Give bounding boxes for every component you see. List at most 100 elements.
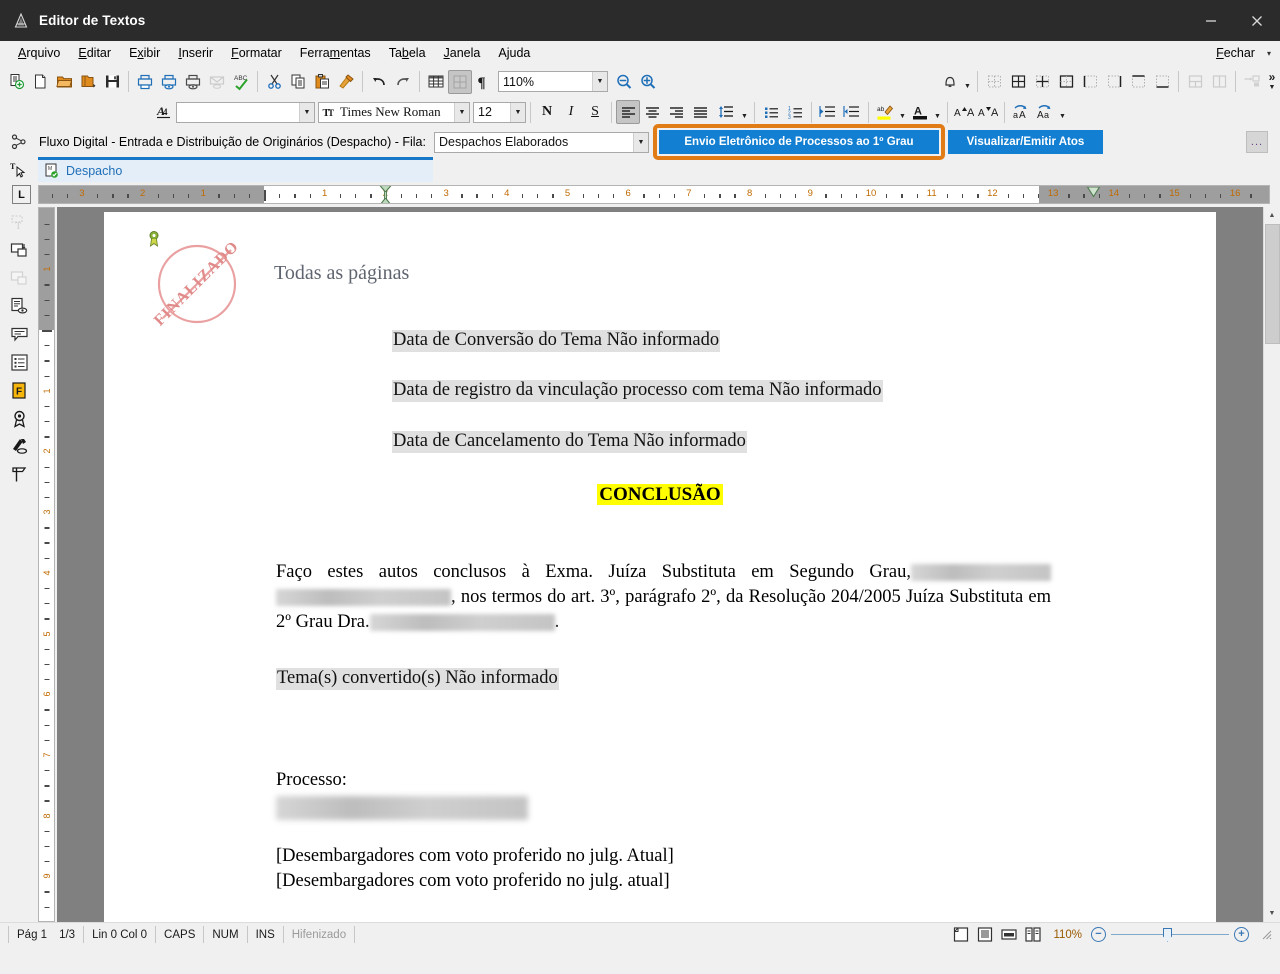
- tab-stop-selector[interactable]: L: [12, 185, 31, 204]
- queue-combo[interactable]: Despachos Elaborados ▼: [434, 132, 649, 153]
- status-hyphen[interactable]: Hifenizado: [284, 926, 355, 943]
- status-num[interactable]: NUM: [204, 926, 247, 943]
- align-justify-icon[interactable]: [688, 100, 712, 124]
- align-right-icon[interactable]: [664, 100, 688, 124]
- zoom-out-icon[interactable]: [612, 70, 636, 94]
- align-left-icon[interactable]: [616, 100, 640, 124]
- borders-box-icon[interactable]: [1054, 70, 1078, 94]
- new-from-template-icon[interactable]: [4, 70, 28, 94]
- spellcheck-icon[interactable]: ABC: [229, 70, 253, 94]
- resize-grip[interactable]: [1260, 928, 1274, 942]
- chevron-down-icon[interactable]: ▼: [897, 100, 908, 124]
- minimize-button[interactable]: [1188, 0, 1234, 41]
- menu-arquivo[interactable]: Arquivo: [9, 43, 69, 63]
- document-canvas[interactable]: FINALIZADO Todas as páginas Data de Conv…: [57, 207, 1263, 922]
- pilcrow-icon[interactable]: ¶: [472, 70, 492, 94]
- border-top-icon[interactable]: [1126, 70, 1150, 94]
- italic-button[interactable]: I: [559, 100, 583, 124]
- toolbar-overflow[interactable]: » ▼: [1264, 72, 1280, 92]
- zoom-slider-track[interactable]: [1111, 934, 1229, 936]
- font-name-combo[interactable]: T T Times New Roman ▼: [318, 102, 470, 123]
- chevron-down-icon[interactable]: ▼: [592, 72, 607, 91]
- chevron-down-icon[interactable]: ▾: [1264, 49, 1276, 58]
- increase-indent-icon[interactable]: [840, 100, 864, 124]
- underline-button[interactable]: S: [583, 100, 607, 124]
- close-button[interactable]: [1234, 0, 1280, 41]
- menu-janela[interactable]: Janela: [435, 43, 490, 63]
- copy-icon[interactable]: [286, 70, 310, 94]
- menu-fechar[interactable]: Fechar: [1207, 43, 1264, 63]
- rotate-text-ccw-icon[interactable]: A a: [1033, 100, 1057, 124]
- document-page[interactable]: FINALIZADO Todas as páginas Data de Conv…: [104, 212, 1216, 922]
- chevron-down-icon[interactable]: ▼: [1057, 100, 1068, 124]
- table-grid-icon[interactable]: [424, 70, 448, 94]
- borders-none-icon[interactable]: [982, 70, 1006, 94]
- status-caps[interactable]: CAPS: [156, 926, 204, 943]
- menu-formatar[interactable]: Formatar: [222, 43, 291, 63]
- scroll-track[interactable]: [1264, 224, 1280, 905]
- zoom-in-button[interactable]: +: [1234, 927, 1249, 942]
- chevron-down-icon[interactable]: ▼: [1269, 83, 1276, 92]
- seal-icon[interactable]: [6, 405, 32, 431]
- web-view-icon[interactable]: [999, 926, 1018, 943]
- font-color-icon[interactable]: A: [908, 100, 932, 124]
- text-select-icon[interactable]: T: [0, 157, 38, 182]
- paragraph-style-combo[interactable]: ▼: [176, 102, 315, 123]
- chevron-down-icon[interactable]: ▼: [510, 103, 525, 122]
- chevron-down-icon[interactable]: ▼: [633, 133, 648, 152]
- finalize-flag-icon[interactable]: F: [6, 377, 32, 403]
- border-bottom-icon[interactable]: [1150, 70, 1174, 94]
- menu-editar[interactable]: Editar: [69, 43, 120, 63]
- print-icon[interactable]: [133, 70, 157, 94]
- numbered-list-icon[interactable]: 123: [783, 100, 807, 124]
- format-painter-icon[interactable]: [334, 70, 358, 94]
- zoom-combo[interactable]: 110% ▼: [498, 71, 608, 92]
- line-spacing-icon[interactable]: [715, 100, 739, 124]
- comment-icon[interactable]: [6, 321, 32, 347]
- visualizar-emitir-atos-button[interactable]: Visualizar/Emitir Atos: [948, 130, 1103, 154]
- menu-exibir[interactable]: Exibir: [120, 43, 169, 63]
- bullet-list-icon[interactable]: [759, 100, 783, 124]
- scroll-thumb[interactable]: [1265, 224, 1280, 344]
- menu-tabela[interactable]: Tabela: [380, 43, 435, 63]
- status-ins[interactable]: INS: [248, 926, 284, 943]
- paste-icon[interactable]: [310, 70, 334, 94]
- insert-object-icon[interactable]: [448, 70, 472, 94]
- signature-icon[interactable]: [6, 433, 32, 459]
- bell-icon[interactable]: [938, 70, 962, 94]
- list-details-icon[interactable]: [6, 349, 32, 375]
- print-preview-icon[interactable]: [157, 70, 181, 94]
- border-right-icon[interactable]: [1102, 70, 1126, 94]
- page-layout-view-icon[interactable]: [951, 926, 970, 943]
- chevron-down-icon[interactable]: ▼: [299, 103, 314, 122]
- tab-despacho[interactable]: M Despacho: [38, 157, 433, 182]
- increase-font-size-icon[interactable]: A A: [952, 100, 976, 124]
- border-left-icon[interactable]: [1078, 70, 1102, 94]
- horizontal-ruler[interactable]: 32112345678910111213141516: [38, 185, 1270, 204]
- decrease-indent-icon[interactable]: [816, 100, 840, 124]
- bookmark-flag-icon[interactable]: [6, 461, 32, 487]
- menu-ferramentas[interactable]: Ferramentas: [291, 43, 380, 63]
- multipage-view-icon[interactable]: [1023, 926, 1042, 943]
- reading-view-icon[interactable]: [975, 926, 994, 943]
- font-size-combo[interactable]: 12 ▼: [473, 102, 526, 123]
- zoom-out-button[interactable]: −: [1091, 927, 1106, 942]
- zoom-slider-thumb[interactable]: [1163, 928, 1172, 942]
- envio-eletronico-button[interactable]: Envio Eletrônico de Processos ao 1º Grau: [659, 130, 939, 154]
- menu-inserir[interactable]: Inserir: [169, 43, 222, 63]
- borders-inside-icon[interactable]: [1030, 70, 1054, 94]
- scroll-down-icon[interactable]: ▼: [1264, 905, 1280, 922]
- paragraph-style-icon[interactable]: A 4: [152, 100, 176, 124]
- print-setup-icon[interactable]: [181, 70, 205, 94]
- align-center-icon[interactable]: [640, 100, 664, 124]
- menu-ajuda[interactable]: Ajuda: [489, 43, 539, 63]
- insert-field-icon[interactable]: [6, 237, 32, 263]
- chevron-down-icon[interactable]: ▼: [962, 70, 973, 94]
- rotate-text-cw-icon[interactable]: a A: [1009, 100, 1033, 124]
- undo-icon[interactable]: [367, 70, 391, 94]
- text-highlight-icon[interactable]: ab: [873, 100, 897, 124]
- document-preview-icon[interactable]: [6, 293, 32, 319]
- cut-icon[interactable]: [262, 70, 286, 94]
- borders-all-icon[interactable]: [1006, 70, 1030, 94]
- insert-field-alt-icon[interactable]: [6, 265, 32, 291]
